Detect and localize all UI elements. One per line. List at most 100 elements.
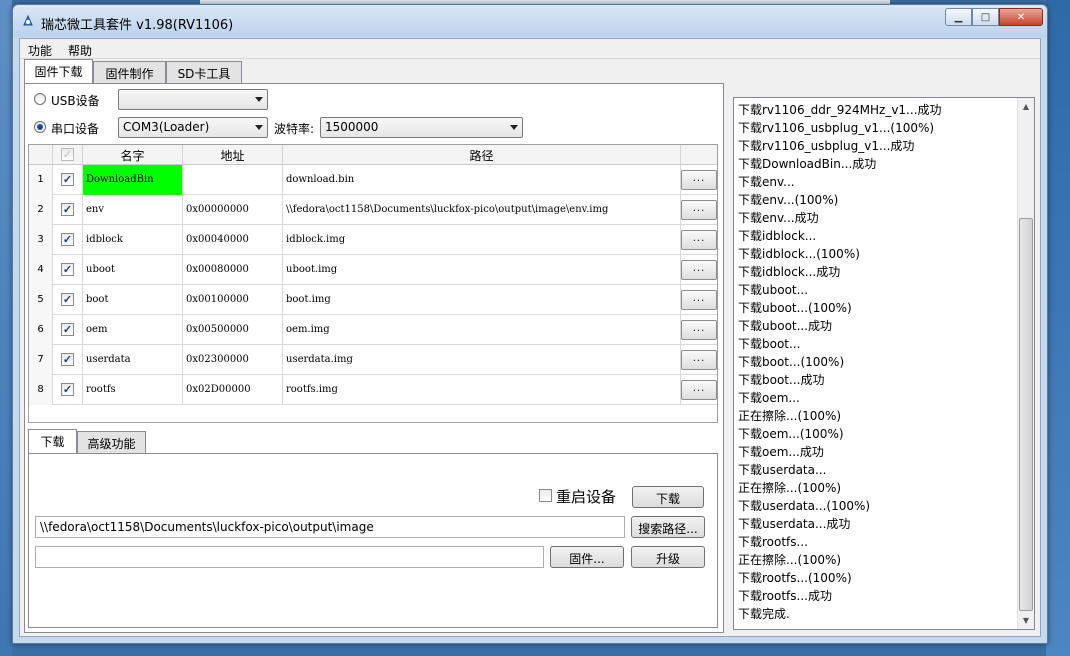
table-row[interactable]: 4 ✓ uboot 0x00080000 uboot.img... bbox=[29, 255, 717, 285]
row-path[interactable]: idblock.img bbox=[283, 225, 681, 255]
row-address[interactable]: 0x00500000 bbox=[183, 315, 283, 345]
row-address[interactable]: 0x00100000 bbox=[183, 285, 283, 315]
firmware-button[interactable]: 固件... bbox=[550, 546, 624, 568]
row-check-cell: ✓ bbox=[53, 255, 83, 285]
header-path: 路径 bbox=[283, 145, 681, 165]
select-all-checkbox[interactable]: ✓ bbox=[61, 148, 74, 161]
row-browse-cell: ... bbox=[681, 345, 717, 375]
row-name[interactable]: env bbox=[83, 195, 183, 225]
row-checkbox[interactable]: ✓ bbox=[61, 263, 74, 276]
row-browse-button[interactable]: ... bbox=[681, 170, 717, 190]
log-line: 下载idblock...(100%) bbox=[738, 247, 860, 261]
tab-firmware-download[interactable]: 固件下载 bbox=[24, 59, 93, 83]
row-path[interactable]: download.bin bbox=[283, 165, 681, 195]
tab-sd-tool[interactable]: SD卡工具 bbox=[166, 61, 242, 83]
row-path[interactable]: uboot.img bbox=[283, 255, 681, 285]
row-number: 7 bbox=[29, 345, 53, 375]
image-path-input[interactable]: \\fedora\oct1158\Documents\luckfox-pico\… bbox=[35, 516, 625, 538]
upgrade-button[interactable]: 升级 bbox=[631, 546, 705, 568]
row-checkbox[interactable]: ✓ bbox=[61, 173, 74, 186]
row-browse-button[interactable]: ... bbox=[681, 230, 717, 250]
download-button[interactable]: 下载 bbox=[632, 486, 704, 508]
log-lines: 下载rv1106_ddr_924MHz_v1...成功 下载rv1106_usbp… bbox=[738, 101, 1013, 623]
log-output[interactable]: 下载rv1106_ddr_924MHz_v1...成功 下载rv1106_usbp… bbox=[733, 97, 1035, 630]
subtab-download[interactable]: 下载 bbox=[28, 429, 77, 453]
log-line: 下载env...(100%) bbox=[738, 193, 839, 207]
row-name[interactable]: boot bbox=[83, 285, 183, 315]
title-bar[interactable]: 瑞芯微工具套件 v1.98(RV1106) ▁ □ ✕ bbox=[13, 5, 1047, 37]
restart-device-checkbox[interactable] bbox=[539, 489, 552, 502]
log-line: 下载boot...(100%) bbox=[738, 355, 845, 369]
close-icon: ✕ bbox=[1016, 11, 1026, 23]
log-scrollbar[interactable]: ▲ ▼ bbox=[1017, 98, 1034, 629]
row-browse-button[interactable]: ... bbox=[681, 320, 717, 340]
row-check-cell: ✓ bbox=[53, 345, 83, 375]
row-address[interactable] bbox=[183, 165, 283, 195]
row-path[interactable]: \\fedora\oct1158\Documents\luckfox-pico\… bbox=[283, 195, 681, 225]
baud-rate-select[interactable]: 1500000 bbox=[320, 117, 523, 138]
row-path[interactable]: boot.img bbox=[283, 285, 681, 315]
table-row[interactable]: 6 ✓ oem 0x00500000 oem.img... bbox=[29, 315, 717, 345]
row-name[interactable]: oem bbox=[83, 315, 183, 345]
usb-device-select[interactable] bbox=[118, 89, 268, 110]
row-browse-button[interactable]: ... bbox=[681, 290, 717, 310]
row-checkbox[interactable]: ✓ bbox=[61, 203, 74, 216]
app-icon bbox=[23, 14, 33, 26]
row-name[interactable]: userdata bbox=[83, 345, 183, 375]
row-name[interactable]: rootfs bbox=[83, 375, 183, 405]
menu-function[interactable]: 功能 bbox=[28, 42, 52, 59]
table-row[interactable]: 2 ✓ env 0x00000000 \\fedora\oct1158\Document… bbox=[29, 195, 717, 225]
usb-device-radio[interactable] bbox=[34, 93, 46, 105]
tab-firmware-make[interactable]: 固件制作 bbox=[93, 61, 166, 83]
row-name[interactable]: idblock bbox=[83, 225, 183, 255]
serial-device-select[interactable]: COM3(Loader) bbox=[118, 117, 268, 138]
close-button[interactable]: ✕ bbox=[999, 8, 1043, 26]
desktop-left-edge bbox=[0, 0, 12, 656]
row-address[interactable]: 0x02D00000 bbox=[183, 375, 283, 405]
row-address[interactable]: 0x00000000 bbox=[183, 195, 283, 225]
table-row[interactable]: 3 ✓ idblock 0x00040000 idblock.img... bbox=[29, 225, 717, 255]
table-row[interactable]: 8 ✓ rootfs 0x02D00000 rootfs.img... bbox=[29, 375, 717, 405]
row-checkbox[interactable]: ✓ bbox=[61, 323, 74, 336]
row-checkbox[interactable]: ✓ bbox=[61, 383, 74, 396]
row-browse-button[interactable]: ... bbox=[681, 380, 717, 400]
row-name[interactable]: DownloadBin bbox=[83, 165, 183, 195]
row-checkbox[interactable]: ✓ bbox=[61, 233, 74, 246]
grid-header: ✓ 名字 地址 路径 bbox=[29, 145, 717, 165]
row-number: 4 bbox=[29, 255, 53, 285]
scroll-up-icon[interactable]: ▲ bbox=[1018, 98, 1034, 115]
row-address[interactable]: 0x02300000 bbox=[183, 345, 283, 375]
table-row[interactable]: 1 ✓ DownloadBin download.bin... bbox=[29, 165, 717, 195]
row-browse-button[interactable]: ... bbox=[681, 260, 717, 280]
row-path[interactable]: oem.img bbox=[283, 315, 681, 345]
log-line: 下载rootfs... bbox=[738, 535, 808, 549]
menu-help[interactable]: 帮助 bbox=[68, 42, 92, 59]
row-browse-button[interactable]: ... bbox=[681, 350, 717, 370]
row-browse-button[interactable]: ... bbox=[681, 200, 717, 220]
log-line: 下载userdata...成功 bbox=[738, 517, 851, 531]
row-path[interactable]: rootfs.img bbox=[283, 375, 681, 405]
row-check-cell: ✓ bbox=[53, 225, 83, 255]
log-line: 下载uboot...成功 bbox=[738, 319, 833, 333]
row-address[interactable]: 0x00040000 bbox=[183, 225, 283, 255]
row-browse-cell: ... bbox=[681, 285, 717, 315]
table-row[interactable]: 5 ✓ boot 0x00100000 boot.img... bbox=[29, 285, 717, 315]
scroll-down-icon[interactable]: ▼ bbox=[1018, 612, 1034, 629]
row-checkbox[interactable]: ✓ bbox=[61, 353, 74, 366]
row-checkbox[interactable]: ✓ bbox=[61, 293, 74, 306]
log-line: 正在擦除...(100%) bbox=[738, 481, 842, 495]
maximize-button[interactable]: □ bbox=[972, 8, 999, 26]
minimize-button[interactable]: ▁ bbox=[945, 8, 972, 26]
firmware-path-input[interactable] bbox=[35, 546, 544, 568]
row-name[interactable]: uboot bbox=[83, 255, 183, 285]
log-line: 下载env... bbox=[738, 175, 795, 189]
row-path[interactable]: userdata.img bbox=[283, 345, 681, 375]
table-row[interactable]: 7 ✓ userdata 0x02300000 userdata.img... bbox=[29, 345, 717, 375]
search-path-button[interactable]: 搜索路径... bbox=[631, 516, 705, 538]
subtab-advanced[interactable]: 高级功能 bbox=[77, 431, 146, 453]
scroll-thumb[interactable] bbox=[1019, 218, 1033, 611]
log-line: 下载rootfs...成功 bbox=[738, 589, 832, 603]
row-address[interactable]: 0x00080000 bbox=[183, 255, 283, 285]
header-name: 名字 bbox=[83, 145, 183, 165]
serial-device-radio[interactable] bbox=[34, 121, 46, 133]
